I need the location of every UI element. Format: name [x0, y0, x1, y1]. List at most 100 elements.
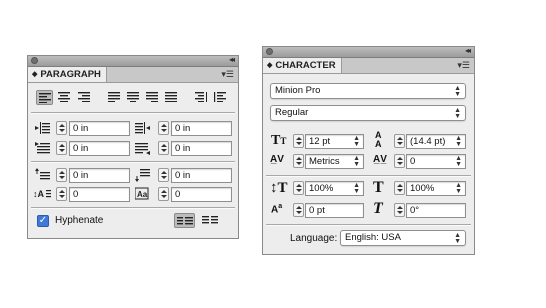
justify-right-icon: [146, 92, 158, 102]
paragraph-titlebar[interactable]: ◂◂: [28, 55, 238, 67]
align-right-icon: [78, 92, 90, 102]
skew-field[interactable]: 0°: [406, 203, 466, 218]
justify-right-button[interactable]: [144, 90, 161, 105]
first-line-indent-field[interactable]: 0 in: [69, 141, 130, 156]
align-center-button[interactable]: [56, 90, 73, 105]
character-panel: ◂◂ ◆ CHARACTER ▾☰ Minion Pro ▲ ▼ Regular ▲…: [262, 46, 475, 255]
language-select[interactable]: English: USA ▲ ▼: [340, 230, 466, 246]
baseline-shift-field[interactable]: 0 pt: [305, 203, 364, 218]
chevron-updown-icon: ▲ ▼: [454, 232, 461, 245]
font-size-icon: TT: [271, 133, 287, 148]
tracking-value: 0: [410, 156, 416, 167]
vertical-scale-value: 100%: [309, 183, 334, 194]
leading-field[interactable]: (14.4 pt) ▲ ▼: [406, 134, 466, 149]
align-away-from-spine-icon: [214, 92, 226, 102]
align-toward-spine-button[interactable]: [193, 90, 210, 105]
horizontal-scale-field[interactable]: 100% ▲ ▼: [406, 181, 466, 196]
divider: [31, 162, 235, 163]
character-title: CHARACTER: [275, 60, 336, 71]
hyphenate-label: Hyphenate: [55, 215, 104, 226]
left-indent-field[interactable]: 0 in: [69, 121, 130, 136]
chevron-updown-icon: ▲ ▼: [454, 85, 461, 98]
justify-center-button[interactable]: [125, 90, 142, 105]
svg-text:Aa: Aa: [137, 190, 148, 199]
chevron-down-icon: ▲ ▼: [353, 155, 360, 168]
chevron-down-icon: ▲ ▼: [455, 155, 462, 168]
drop-cap-lines-icon: ↕A: [33, 187, 51, 201]
drop-cap-chars-stepper[interactable]: [158, 187, 169, 201]
kerning-field[interactable]: Metrics ▲ ▼: [305, 154, 364, 169]
character-titlebar[interactable]: ◂◂: [263, 46, 474, 58]
single-line-composer-icon: [177, 217, 193, 225]
drop-cap-lines-field[interactable]: 0: [69, 187, 130, 202]
right-indent-icon: [135, 121, 151, 135]
kerning-stepper[interactable]: [293, 154, 304, 168]
language-label: Language:: [290, 233, 338, 244]
paragraph-tab-row: ◆ PARAGRAPH ▾☰: [28, 67, 238, 83]
drop-cap-lines-stepper[interactable]: [56, 187, 67, 201]
baseline-shift-stepper[interactable]: [293, 203, 304, 217]
close-icon[interactable]: [31, 57, 38, 64]
justify-left-button[interactable]: [106, 90, 123, 105]
drop-cap-chars-icon: Aa: [134, 187, 151, 201]
skew-stepper[interactable]: [394, 203, 405, 217]
font-family-value: Minion Pro: [275, 85, 321, 96]
space-before-icon: [35, 168, 51, 182]
chevron-down-icon: ▲ ▼: [353, 135, 360, 148]
panel-menu-icon[interactable]: ▾☰: [221, 68, 234, 81]
hyphenate-checkbox[interactable]: ✓: [37, 215, 49, 227]
horizontal-scale-value: 100%: [410, 183, 435, 194]
tab-paragraph[interactable]: ◆ PARAGRAPH: [28, 67, 107, 82]
left-indent-stepper[interactable]: [56, 121, 67, 135]
collapse-icon[interactable]: ◂◂: [229, 55, 235, 64]
justify-all-icon: [165, 92, 177, 102]
justify-center-icon: [127, 92, 139, 102]
space-before-stepper[interactable]: [56, 168, 67, 182]
font-style-select[interactable]: Regular ▲ ▼: [270, 105, 466, 121]
vertical-scale-field[interactable]: 100% ▲ ▼: [305, 181, 364, 196]
font-size-value: 12 pt: [309, 136, 331, 147]
chevron-down-icon: ▲ ▼: [353, 182, 360, 195]
align-right-button[interactable]: [76, 90, 93, 105]
right-indent-field[interactable]: 0 in: [171, 121, 232, 136]
font-family-select[interactable]: Minion Pro ▲ ▼: [270, 83, 466, 99]
tracking-icon: A̲V̲: [373, 154, 387, 165]
horizontal-scale-icon: T: [373, 179, 384, 196]
tracking-field[interactable]: 0 ▲ ▼: [406, 154, 466, 169]
space-after-field[interactable]: 0 in: [171, 168, 232, 183]
multi-line-composer-icon: [202, 216, 218, 224]
baseline-shift-icon: Aa: [271, 203, 283, 216]
tracking-stepper[interactable]: [394, 154, 405, 168]
divider: [266, 225, 471, 226]
horizontal-scale-stepper[interactable]: [394, 181, 405, 195]
drop-cap-chars-field[interactable]: 0: [171, 187, 232, 202]
align-toward-spine-icon: [195, 92, 207, 102]
chevron-updown-icon: ▲ ▼: [454, 107, 461, 120]
align-left-icon: [39, 93, 51, 103]
align-away-from-spine-button[interactable]: [212, 90, 229, 105]
close-icon[interactable]: [266, 48, 273, 55]
vertical-scale-stepper[interactable]: [293, 181, 304, 195]
collapse-icon[interactable]: ◂◂: [465, 46, 471, 55]
tab-character[interactable]: ◆ CHARACTER: [263, 58, 342, 73]
last-line-indent-field[interactable]: 0 in: [171, 141, 232, 156]
font-style-value: Regular: [275, 107, 309, 118]
space-after-stepper[interactable]: [158, 168, 169, 182]
last-line-indent-icon: [135, 141, 151, 155]
first-line-indent-stepper[interactable]: [56, 141, 67, 155]
last-line-indent-stepper[interactable]: [158, 141, 169, 155]
space-before-field[interactable]: 0 in: [69, 168, 130, 183]
divider: [31, 208, 235, 209]
align-left-button[interactable]: [36, 90, 53, 105]
multi-line-composer-button[interactable]: [200, 213, 221, 228]
tab-updown-icon: ◆: [32, 71, 38, 78]
right-indent-stepper[interactable]: [158, 121, 169, 135]
justify-all-button[interactable]: [163, 90, 180, 105]
svg-text:↕A: ↕A: [33, 189, 45, 199]
font-size-field[interactable]: 12 pt ▲ ▼: [305, 134, 364, 149]
character-tab-row: ◆ CHARACTER ▾☰: [263, 58, 474, 74]
leading-stepper[interactable]: [394, 134, 405, 148]
single-line-composer-button[interactable]: [174, 213, 195, 228]
font-size-stepper[interactable]: [293, 134, 304, 148]
panel-menu-icon[interactable]: ▾☰: [457, 59, 470, 72]
